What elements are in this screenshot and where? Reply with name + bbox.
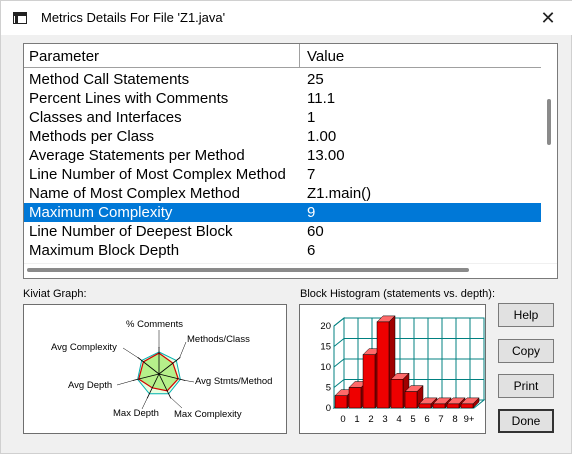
kiviat-axis-label: Methods/Class xyxy=(187,334,250,345)
kiviat-axis-label: Avg Stmts/Method xyxy=(195,376,272,387)
histogram-y-tick: 5 xyxy=(326,383,331,394)
value-cell: 9 xyxy=(307,204,316,221)
kiviat-leader-line xyxy=(179,341,187,359)
histogram-bar xyxy=(418,403,432,409)
histogram-y-tick: 15 xyxy=(320,342,331,353)
histogram-gridline xyxy=(333,379,345,388)
value-cell: 1.00 xyxy=(307,128,337,145)
value-cell: 1 xyxy=(307,109,316,126)
kiviat-leader-line xyxy=(122,347,139,359)
histogram-svg: 20151050 0 1 2 3 4 5 6 7 8 9+ xyxy=(320,315,485,425)
vertical-scroll-thumb[interactable] xyxy=(547,99,551,145)
parameter-cell: Maximum Block Depth xyxy=(29,242,180,259)
table-row[interactable]: Maximum Block Depth 6 xyxy=(24,241,541,260)
column-header-parameter[interactable]: Parameter xyxy=(24,44,300,67)
histogram-bar xyxy=(376,321,390,409)
title-bar: Metrics Details For File 'Z1.java' ✕ xyxy=(1,1,572,35)
kiviat-axis-label: Avg Complexity xyxy=(51,342,117,353)
parameter-cell: Average Statements per Method xyxy=(29,147,245,164)
parameter-cell: Line Number of Most Complex Method xyxy=(29,166,286,183)
kiviat-leader-line xyxy=(184,380,195,383)
histogram-bar xyxy=(390,379,404,409)
vertical-scrollbar[interactable] xyxy=(542,44,557,263)
parameter-cell: Method Call Statements xyxy=(29,71,190,88)
table-row[interactable]: Line Number of Deepest Block 60 xyxy=(24,222,541,241)
value-cell: 11.1 xyxy=(307,90,336,107)
histogram-gridline xyxy=(333,338,345,347)
kiviat-leader-line xyxy=(116,380,134,386)
histogram-bar xyxy=(362,354,376,409)
histogram-y-tick: 10 xyxy=(320,362,331,373)
histogram-x-tick: 5 xyxy=(410,414,415,425)
window-title: Metrics Details For File 'Z1.java' xyxy=(41,10,226,25)
table-row[interactable]: Methods per Class 1.00 xyxy=(24,127,541,146)
histogram-x-tick: 8 xyxy=(452,414,457,425)
block-histogram: 20 15 10 5 0 0 1 2 3 4 5 6 7 8 9+ xyxy=(299,304,486,434)
metrics-grid[interactable]: Parameter Value Method Call Statements 25… xyxy=(23,43,558,279)
kiviat-axis-label: Max Depth xyxy=(113,408,159,419)
print-button[interactable]: Print xyxy=(498,374,554,398)
help-button[interactable]: Help xyxy=(498,303,554,327)
kiviat-axis-label: Avg Depth xyxy=(68,380,112,391)
histogram-y-tick: 20 xyxy=(320,321,331,332)
table-row[interactable]: Method Call Statements 25 xyxy=(24,70,541,89)
table-row[interactable]: Percent Lines with Comments 11.1 xyxy=(24,89,541,108)
table-row[interactable]: Classes and Interfaces 1 xyxy=(24,108,541,127)
histogram-x-tick: 7 xyxy=(438,414,443,425)
done-button[interactable]: Done xyxy=(498,409,554,433)
parameter-cell: Methods per Class xyxy=(29,128,155,145)
metrics-dialog: Metrics Details For File 'Z1.java' ✕ Par… xyxy=(0,0,572,454)
histogram-x-tick: 0 xyxy=(340,414,345,425)
histogram-x-tick: 4 xyxy=(396,414,401,425)
parameter-cell: Classes and Interfaces xyxy=(29,109,182,126)
histogram-bar xyxy=(404,391,418,409)
grid-header: Parameter Value xyxy=(24,44,541,68)
value-cell: 25 xyxy=(307,71,324,88)
column-header-value[interactable]: Value xyxy=(300,44,541,67)
parameter-cell: Maximum Complexity xyxy=(29,204,173,221)
table-row[interactable]: Average Statements per Method 13.00 xyxy=(24,146,541,165)
window-icon xyxy=(13,12,27,24)
parameter-cell: Line Number of Deepest Block xyxy=(29,223,233,240)
histogram-bar xyxy=(348,387,362,409)
table-row[interactable]: Maximum Complexity 9 xyxy=(24,203,541,222)
histogram-bar xyxy=(446,403,460,409)
histogram-bar xyxy=(334,395,348,409)
parameter-cell: Percent Lines with Comments xyxy=(29,90,229,107)
histogram-bar xyxy=(460,403,474,409)
histogram-x-tick: 2 xyxy=(368,414,373,425)
histogram-x-tick: 3 xyxy=(382,414,387,425)
histogram-x-tick: 9+ xyxy=(464,414,475,425)
value-cell: Z1.main() xyxy=(307,185,372,202)
table-row[interactable]: Name of Most Complex Method Z1.main() xyxy=(24,184,541,203)
histogram-bar xyxy=(432,403,446,409)
histogram-y-tick: 0 xyxy=(326,403,331,414)
value-cell: 60 xyxy=(307,223,324,240)
value-cell: 13.00 xyxy=(307,147,345,164)
horizontal-scroll-thumb[interactable] xyxy=(27,268,469,272)
kiviat-leader-line xyxy=(170,397,183,409)
kiviat-label: Kiviat Graph: xyxy=(23,288,87,300)
histogram-label: Block Histogram (statements vs. depth): xyxy=(300,288,496,300)
table-row[interactable]: Line Number of Most Complex Method 7 xyxy=(24,165,541,184)
kiviat-axis-label: Max Complexity xyxy=(174,409,242,420)
kiviat-graph: % Comments Methods/Class Avg Stmts/Method M… xyxy=(23,304,287,434)
copy-button[interactable]: Copy xyxy=(498,339,554,363)
histogram-gridline xyxy=(333,358,345,368)
close-icon[interactable]: ✕ xyxy=(533,4,563,32)
histogram-x-tick: 1 xyxy=(354,414,359,425)
value-cell: 7 xyxy=(307,166,316,183)
value-cell: 6 xyxy=(307,242,316,259)
histogram-x-tick: 6 xyxy=(424,414,429,425)
parameter-cell: Name of Most Complex Method xyxy=(29,185,240,202)
kiviat-axis-label: % Comments xyxy=(126,319,183,330)
kiviat-svg: % Comments Methods/Class Avg Stmts/Method M… xyxy=(51,319,272,420)
